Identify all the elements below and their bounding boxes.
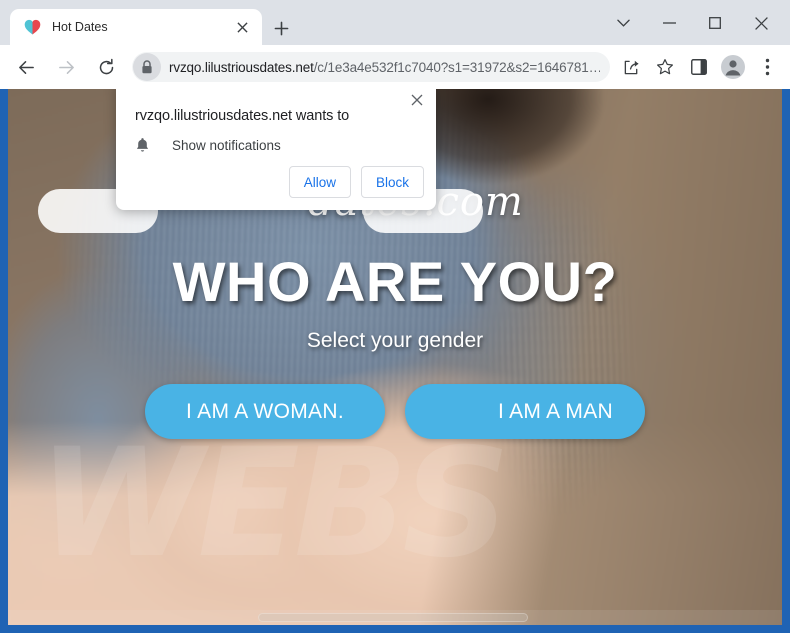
tab-strip: Hot Dates	[0, 0, 790, 45]
url-path: /c/1e3a4e532f1c7040?s1=31972&s2=1646781…	[313, 59, 600, 75]
forward-button	[50, 51, 82, 83]
page-viewport: WEBS dates.com WHO ARE YOU? Select your …	[8, 89, 782, 625]
share-icon[interactable]	[616, 52, 646, 82]
heart-icon	[24, 19, 41, 35]
back-button[interactable]	[10, 51, 42, 83]
reload-button[interactable]	[90, 51, 122, 83]
horizontal-scrollbar[interactable]	[8, 610, 782, 625]
url-text: rvzqo.lilustriousdates.net/c/1e3a4e532f1…	[169, 60, 600, 75]
permission-actions: Allow Block	[288, 166, 424, 198]
gender-select-row: I AM A WOMAN. I AM A MAN	[8, 384, 782, 439]
i-am-a-man-button[interactable]: I AM A MAN	[405, 384, 645, 439]
tab-search-icon[interactable]	[600, 7, 646, 39]
window-controls	[600, 6, 784, 40]
block-button[interactable]: Block	[360, 166, 424, 198]
lock-icon[interactable]	[133, 53, 161, 81]
bookmark-star-icon[interactable]	[650, 52, 680, 82]
side-panel-icon[interactable]	[684, 52, 714, 82]
url-domain: rvzqo.lilustriousdates.net	[169, 59, 314, 75]
allow-button[interactable]: Allow	[288, 166, 351, 198]
page-title: WHO ARE YOU?	[172, 250, 618, 313]
page-subtitle: Select your gender	[306, 329, 484, 352]
browser-toolbar: rvzqo.lilustriousdates.net/c/1e3a4e532f1…	[0, 45, 790, 89]
profile-avatar[interactable]	[718, 52, 748, 82]
browser-menu-icon[interactable]	[752, 52, 782, 82]
permission-label: Show notifications	[172, 137, 281, 153]
notification-permission-dialog: rvzqo.lilustriousdates.net wants to Show…	[116, 89, 436, 210]
maximize-button[interactable]	[692, 7, 738, 39]
tab-title: Hot Dates	[52, 20, 108, 34]
browser-window: Hot Dates rvzqo.lilustriousdates.net/c/1…	[0, 0, 790, 633]
minimize-button[interactable]	[646, 7, 692, 39]
scrollbar-thumb[interactable]	[258, 613, 528, 622]
close-icon[interactable]	[406, 89, 428, 111]
browser-tab[interactable]: Hot Dates	[10, 9, 262, 45]
bell-icon	[135, 137, 150, 153]
permission-origin-text: rvzqo.lilustriousdates.net wants to	[135, 108, 350, 124]
close-window-button[interactable]	[738, 7, 784, 39]
i-am-a-woman-button[interactable]: I AM A WOMAN.	[145, 384, 385, 439]
new-tab-button[interactable]	[270, 17, 292, 39]
address-bar[interactable]: rvzqo.lilustriousdates.net/c/1e3a4e532f1…	[132, 52, 610, 82]
tab-close-icon[interactable]	[232, 17, 252, 37]
permission-request-row: Show notifications	[135, 137, 281, 153]
